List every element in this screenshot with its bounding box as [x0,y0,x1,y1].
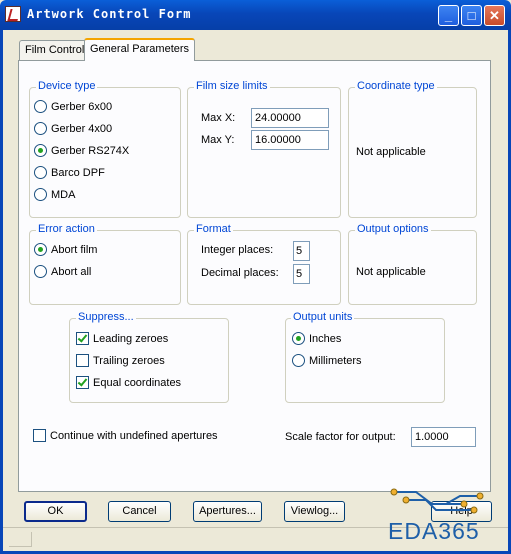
radio-button[interactable] [292,354,305,367]
suppress-group: Suppress... Leading zeroes Trailing zero… [69,311,229,403]
radio-button[interactable] [34,100,47,113]
scale-factor-label: Scale factor for output: [285,431,396,443]
radio-abort-all[interactable]: Abort all [34,265,91,278]
radio-gerber-4x00[interactable]: Gerber 4x00 [34,122,112,135]
max-x-label: Max X: [201,112,236,124]
decimal-places-input[interactable] [293,264,310,284]
checkbox[interactable] [76,376,89,389]
suppress-legend: Suppress... [76,311,136,323]
maximize-button[interactable]: □ [461,5,482,26]
coordinate-type-group: Coordinate type Not applicable [348,80,477,218]
check-leading-zeroes[interactable]: Leading zeroes [76,332,168,345]
radio-button[interactable] [34,188,47,201]
eda365-watermark-text: EDA365 [388,518,480,544]
output-options-value: Not applicable [356,266,426,278]
check-trailing-zeroes[interactable]: Trailing zeroes [76,354,165,367]
checkbox-label: Leading zeroes [93,333,169,345]
device-type-group: Device type Gerber 6x00 Gerber 4x00 Gerb… [29,80,181,218]
radio-label: Gerber 4x00 [51,123,113,135]
radio-label: Inches [309,333,342,345]
checkbox-label: Continue with undefined apertures [50,430,218,442]
film-size-limits-group: Film size limits Max X: Max Y: [187,80,341,218]
radio-millimeters[interactable]: Millimeters [292,354,362,367]
radio-label: Abort all [51,266,92,278]
tab-general-parameters[interactable]: General Parameters [84,38,196,61]
status-bar-pane [9,532,32,547]
checkbox[interactable] [76,332,89,345]
checkbox-label: Equal coordinates [93,377,182,389]
output-options-legend: Output options [355,223,431,235]
radio-label: Barco DPF [51,167,105,179]
apertures-button[interactable]: Apertures... [193,501,262,522]
radio-gerber-6x00[interactable]: Gerber 6x00 [34,100,112,113]
film-size-limits-legend: Film size limits [194,80,270,92]
coordinate-type-value: Not applicable [356,146,426,158]
max-y-input[interactable] [251,130,329,150]
radio-button[interactable] [34,144,47,157]
radio-button[interactable] [34,122,47,135]
coordinate-type-legend: Coordinate type [355,80,437,92]
error-action-group: Error action Abort film Abort all [29,223,181,305]
format-legend: Format [194,223,233,235]
radio-label: Gerber 6x00 [51,101,113,113]
radio-mda[interactable]: MDA [34,188,75,201]
checkbox[interactable] [76,354,89,367]
integer-places-label: Integer places: [201,244,274,256]
radio-inches[interactable]: Inches [292,332,341,345]
output-options-group: Output options Not applicable [348,223,477,305]
decimal-places-label: Decimal places: [201,267,279,279]
radio-label: MDA [51,189,76,201]
radio-button[interactable] [292,332,305,345]
tab-film-control[interactable]: Film Control [19,40,91,60]
max-x-input[interactable] [251,108,329,128]
error-action-legend: Error action [36,223,97,235]
viewlog-button[interactable]: Viewlog... [284,501,345,522]
minimize-button[interactable]: _ [438,5,459,26]
device-type-legend: Device type [36,80,98,92]
check-continue-undefined-apertures[interactable]: Continue with undefined apertures [33,429,218,442]
radio-label: Millimeters [309,355,362,367]
tab-panel: Device type Gerber 6x00 Gerber 4x00 Gerb… [18,60,491,492]
format-group: Format Integer places: Decimal places: [187,223,341,305]
check-equal-coordinates[interactable]: Equal coordinates [76,376,181,389]
radio-button[interactable] [34,166,47,179]
max-y-label: Max Y: [201,134,235,146]
radio-button[interactable] [34,243,47,256]
radio-label: Abort film [51,244,98,256]
scale-factor-input[interactable] [411,427,476,447]
app-icon[interactable] [5,6,21,22]
title-bar[interactable]: Artwork Control Form _ □ ✕ [0,0,511,30]
cancel-button[interactable]: Cancel [108,501,171,522]
ok-button[interactable]: OK [24,501,87,522]
output-units-legend: Output units [291,311,355,323]
checkbox-label: Trailing zeroes [93,355,165,367]
output-units-group: Output units Inches Millimeters [285,311,445,403]
radio-abort-film[interactable]: Abort film [34,243,97,256]
integer-places-input[interactable] [293,241,310,261]
radio-gerber-rs274x[interactable]: Gerber RS274X [34,144,129,157]
close-button[interactable]: ✕ [484,5,505,26]
window-title: Artwork Control Form [27,7,192,21]
radio-label: Gerber RS274X [51,145,130,157]
checkbox[interactable] [33,429,46,442]
radio-button[interactable] [34,265,47,278]
radio-barco-dpf[interactable]: Barco DPF [34,166,105,179]
